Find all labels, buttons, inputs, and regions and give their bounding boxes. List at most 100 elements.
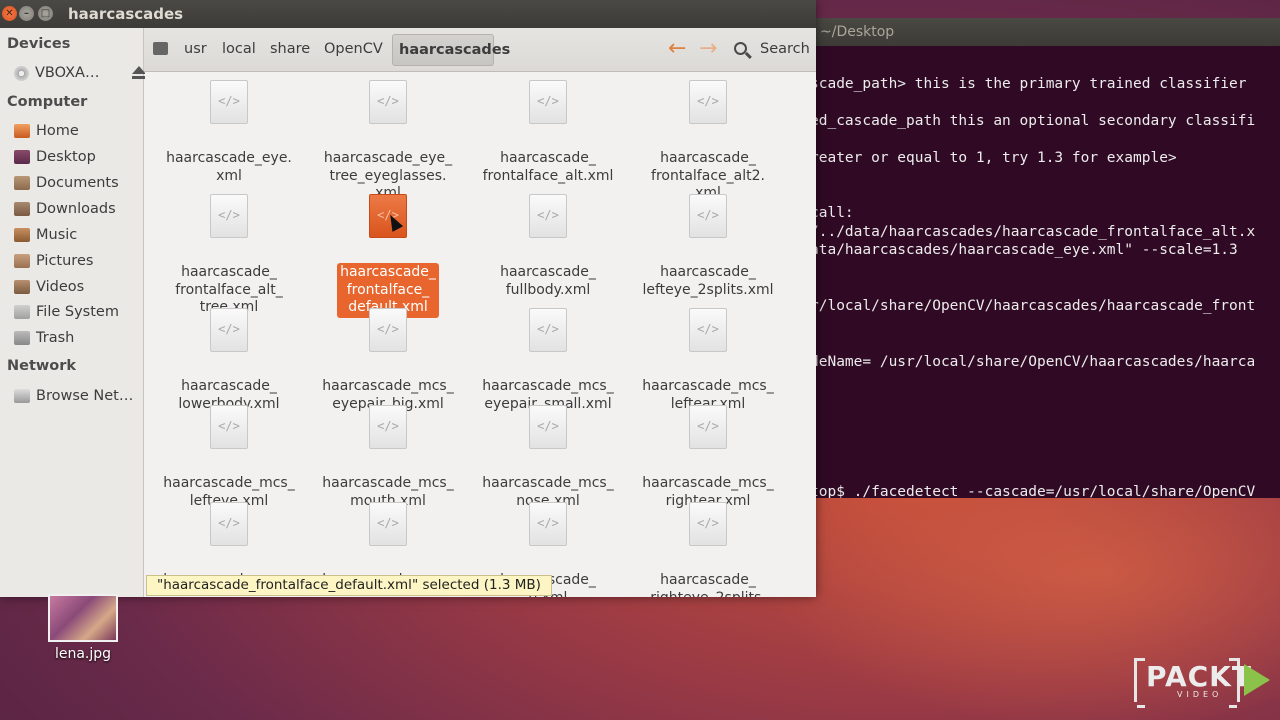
file-item[interactable]: haarcascade_mcs_ leftear.xml <box>633 308 783 414</box>
xml-file-icon[interactable] <box>529 502 567 546</box>
file-item[interactable]: haarcascade_ frontalface_alt.xml <box>473 80 623 186</box>
sidebar-item-file-system[interactable]: File System <box>14 301 139 323</box>
drive-icon[interactable] <box>153 42 168 55</box>
packt-logo-sub: VIDEO <box>1177 690 1223 699</box>
xml-file-icon[interactable] <box>689 502 727 546</box>
sidebar-item-label: Documents <box>36 175 119 191</box>
minimize-window-button[interactable]: – <box>19 6 34 21</box>
file-item[interactable]: haarcascade_ frontalface_ default.xml <box>313 194 463 318</box>
xml-file-icon[interactable] <box>689 194 727 238</box>
sidebar-item-label: Home <box>36 123 79 139</box>
forward-arrow-icon[interactable]: → <box>699 36 717 62</box>
xml-file-icon[interactable] <box>689 80 727 124</box>
file-item[interactable]: haarcascade_mcs_ rightear.xml <box>633 405 783 511</box>
sidebar-item-music[interactable]: Music <box>14 224 139 246</box>
file-item[interactable]: haarcascade_mcs_ mouth.xml <box>313 405 463 511</box>
documents-folder-icon <box>14 176 30 190</box>
window-titlebar[interactable]: ✕ – □ haarcascades <box>0 0 816 28</box>
file-item[interactable]: haarcascade_ lefteye_2splits.xml <box>633 194 783 300</box>
status-tooltip: "haarcascade_frontalface_default.xml" se… <box>146 575 552 596</box>
xml-file-icon[interactable] <box>210 194 248 238</box>
terminal-line: ata/haarcascades/haarcascade_eye.xml" --… <box>810 242 1238 258</box>
sidebar-item-label: Desktop <box>36 149 96 165</box>
xml-file-icon[interactable] <box>210 502 248 546</box>
image-file-thumbnail[interactable] <box>48 594 118 642</box>
sidebar-item-device[interactable]: VBOXA… <box>14 62 146 84</box>
desktop-folder-icon <box>14 150 30 164</box>
file-item[interactable]: haarcascade_eye_ tree_eyeglasses. xml <box>313 80 463 204</box>
sidebar-item-videos[interactable]: Videos <box>14 276 139 298</box>
file-item[interactable]: haarcascade_ frontalface_alt_ tree.xml <box>154 194 304 318</box>
maximize-window-button[interactable]: □ <box>38 6 53 21</box>
file-item[interactable]: haarcascade_ righteye_2splits. xml <box>633 502 783 597</box>
sidebar-item-downloads[interactable]: Downloads <box>14 198 139 220</box>
sidebar-heading-devices: Devices <box>7 36 71 52</box>
breadcrumb-usr[interactable]: usr <box>184 41 207 57</box>
file-name[interactable]: haarcascade_ lefteye_2splits.xml <box>639 263 776 300</box>
file-name[interactable]: haarcascade_eye. xml <box>163 149 295 186</box>
terminal-line: reater or equal to 1, try 1.3 for exampl… <box>810 150 1177 166</box>
packt-logo: PACKT VIDEO <box>1134 658 1251 708</box>
xml-file-icon[interactable] <box>210 308 248 352</box>
xml-file-icon[interactable] <box>529 308 567 352</box>
xml-file-icon[interactable] <box>529 405 567 449</box>
sidebar-item-browse-network[interactable]: Browse Net… <box>14 385 139 407</box>
file-grid[interactable]: haarcascade_eye. xml haarcascade_eye_ tre… <box>145 72 816 597</box>
xml-file-icon[interactable] <box>689 308 727 352</box>
search-icon[interactable] <box>734 42 747 55</box>
xml-file-icon[interactable] <box>369 308 407 352</box>
disc-icon <box>14 65 29 81</box>
sidebar-item-label: Trash <box>36 330 75 346</box>
terminal-line: top$ ./facedetect --cascade=/usr/local/s… <box>810 484 1256 498</box>
terminal-title: ~/Desktop <box>820 24 895 40</box>
breadcrumb-opencv[interactable]: OpenCV <box>324 41 383 57</box>
terminal-titlebar[interactable]: ~/Desktop <box>790 18 1280 46</box>
sidebar-item-documents[interactable]: Documents <box>14 172 139 194</box>
file-item[interactable]: haarcascade_mcs_ lefteye.xml <box>154 405 304 511</box>
xml-file-icon[interactable] <box>369 80 407 124</box>
file-item[interactable]: haarcascade_mcs_ nose.xml <box>473 405 623 511</box>
file-item[interactable]: haarcascade_ lowerbody.xml <box>154 308 304 414</box>
breadcrumb-share[interactable]: share <box>270 41 310 57</box>
terminal-line: ed_cascade_path this an optional seconda… <box>810 113 1256 129</box>
search-button-label[interactable]: Search <box>760 41 810 57</box>
terminal-window[interactable]: ~/Desktop scade_path> this is the primar… <box>790 18 1280 498</box>
sidebar-item-pictures[interactable]: Pictures <box>14 250 139 272</box>
sidebar: Devices VBOXA… Computer Home Desktop Doc… <box>0 28 146 597</box>
sidebar-item-label: Videos <box>36 279 85 295</box>
sidebar-item-label: File System <box>36 304 119 320</box>
file-name[interactable]: haarcascade_ righteye_2splits. xml <box>647 571 769 597</box>
file-item[interactable]: haarcascade_mcs_ eyepair_small.xml <box>473 308 623 414</box>
downloads-folder-icon <box>14 202 30 216</box>
sidebar-item-home[interactable]: Home <box>14 120 139 142</box>
window-title: haarcascades <box>68 5 184 23</box>
file-item[interactable]: haarcascade_mcs_ eyepair_big.xml <box>313 308 463 414</box>
breadcrumb-local[interactable]: local <box>222 41 256 57</box>
play-icon <box>1244 664 1270 696</box>
xml-file-icon[interactable] <box>210 405 248 449</box>
file-manager-window[interactable]: ✕ – □ haarcascades Devices VBOXA… Comput… <box>0 0 816 597</box>
xml-file-icon[interactable] <box>369 405 407 449</box>
back-arrow-icon[interactable]: ← <box>668 36 686 62</box>
xml-file-icon[interactable] <box>529 194 567 238</box>
breadcrumb-current[interactable]: haarcascades <box>392 34 510 66</box>
file-name[interactable]: haarcascade_ fullbody.xml <box>497 263 599 300</box>
xml-file-icon[interactable] <box>529 80 567 124</box>
file-name[interactable]: haarcascade_ frontalface_alt.xml <box>480 149 617 186</box>
sidebar-heading-computer: Computer <box>7 94 88 110</box>
sidebar-item-label: Downloads <box>36 201 116 217</box>
xml-file-icon[interactable] <box>369 502 407 546</box>
file-item[interactable]: haarcascade_eye. xml <box>154 80 304 186</box>
terminal-line: call: <box>810 205 854 221</box>
terminal-line: deName= /usr/local/share/OpenCV/haarcasc… <box>810 354 1256 370</box>
sidebar-item-desktop[interactable]: Desktop <box>14 146 139 168</box>
xml-file-icon[interactable] <box>689 405 727 449</box>
hard-drive-icon <box>14 305 30 319</box>
desktop-file-label[interactable]: lena.jpg <box>40 646 126 662</box>
toolbar: usr local share OpenCV haarcascades ← → … <box>144 28 816 72</box>
sidebar-item-trash[interactable]: Trash <box>14 327 139 349</box>
close-window-button[interactable]: ✕ <box>2 6 17 21</box>
file-item[interactable]: haarcascade_ fullbody.xml <box>473 194 623 300</box>
file-item[interactable]: haarcascade_ frontalface_alt2. xml <box>633 80 783 204</box>
xml-file-icon[interactable] <box>210 80 248 124</box>
